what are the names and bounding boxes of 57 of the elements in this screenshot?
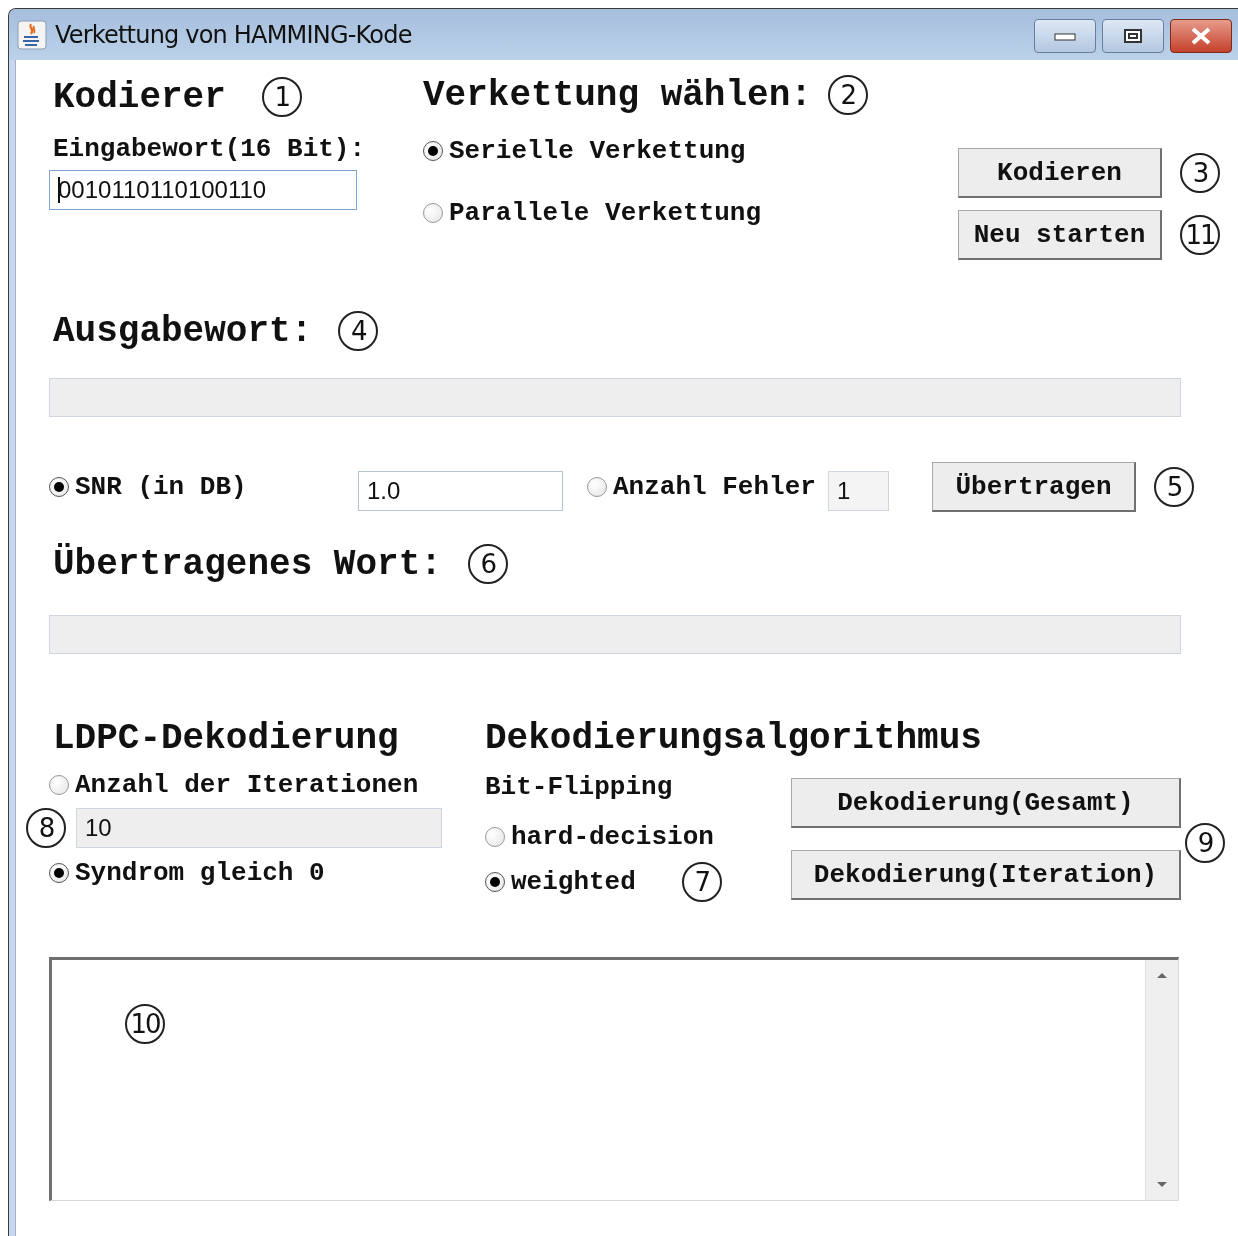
callout-number: 5	[1154, 467, 1194, 507]
error-count-field[interactable]: 1	[828, 471, 889, 511]
radio-indicator[interactable]	[423, 203, 443, 223]
radio-button[interactable]: SNR (in DB)	[49, 472, 247, 502]
action-button[interactable]: Dekodierung(Iteration)	[791, 850, 1181, 900]
minimize-button[interactable]	[1034, 19, 1096, 53]
section-heading: Übertragenes Wort:	[53, 543, 442, 585]
coffee-cup-icon	[17, 19, 47, 50]
iterations-field[interactable]: 10	[76, 808, 442, 848]
minimize-icon	[1053, 31, 1077, 41]
action-button[interactable]: Neu starten	[958, 210, 1162, 260]
action-button[interactable]: Dekodierung(Gesamt)	[791, 778, 1181, 828]
callout-number: 7	[681, 862, 722, 902]
section-heading: Dekodierungsalgorithmus	[485, 717, 983, 761]
callout-number: 9	[1185, 823, 1225, 863]
radio-button[interactable]: Anzahl der Iterationen	[49, 770, 419, 800]
radio-indicator[interactable]	[485, 872, 505, 892]
radio-indicator[interactable]	[423, 141, 443, 161]
field-value: 0010110110100110	[58, 176, 267, 204]
section-heading: LDPC-Dekodierung	[53, 717, 400, 761]
callout-number: 2	[827, 75, 868, 115]
close-button[interactable]	[1170, 19, 1232, 53]
text-area[interactable]: 10	[49, 957, 1179, 1201]
radio-button[interactable]: Anzahl Fehler	[587, 472, 816, 502]
window-title: Verkettung von HAMMING-Kode	[55, 20, 413, 49]
snr-field[interactable]: 1.0	[358, 471, 563, 511]
radio-indicator[interactable]	[587, 477, 607, 497]
scroll-up-icon[interactable]	[1156, 972, 1168, 979]
algorithm-label: Bit-Flipping	[485, 772, 674, 804]
action-button[interactable]: Kodieren	[958, 148, 1162, 198]
section-heading: Kodierer	[53, 76, 226, 118]
input-field[interactable]: 0010110110100110	[49, 170, 357, 210]
radio-indicator[interactable]	[485, 827, 505, 847]
radio-button[interactable]: weighted	[485, 867, 636, 897]
radio-indicator[interactable]	[49, 477, 69, 497]
callout-number: 10	[125, 1004, 165, 1044]
radio-button[interactable]: Parallele Verkettung	[423, 198, 762, 228]
radio-indicator[interactable]	[49, 775, 69, 795]
section-heading: Ausgabewort:	[53, 310, 313, 352]
close-icon	[1190, 27, 1212, 45]
scroll-down-icon[interactable]	[1156, 1181, 1168, 1188]
callout-number: 6	[467, 544, 508, 584]
section-heading: Verkettung wählen:	[423, 74, 812, 116]
callout-number: 11	[1180, 215, 1220, 255]
field-label: Eingabewort(16 Bit):	[53, 134, 367, 164]
radio-button[interactable]: hard-decision	[485, 822, 714, 852]
callout-number: 8	[26, 808, 66, 848]
callout-number: 1	[261, 77, 302, 117]
radio-button[interactable]: Serielle Verkettung	[423, 136, 746, 166]
maximize-icon	[1123, 28, 1143, 44]
maximize-button[interactable]	[1102, 19, 1164, 53]
callout-number: 4	[338, 311, 379, 351]
radio-indicator[interactable]	[49, 863, 69, 883]
callout-number: 3	[1180, 153, 1220, 193]
scrollbar[interactable]	[1145, 960, 1178, 1200]
action-button[interactable]: Übertragen	[932, 462, 1136, 512]
radio-button[interactable]: Syndrom gleich 0	[49, 858, 325, 888]
